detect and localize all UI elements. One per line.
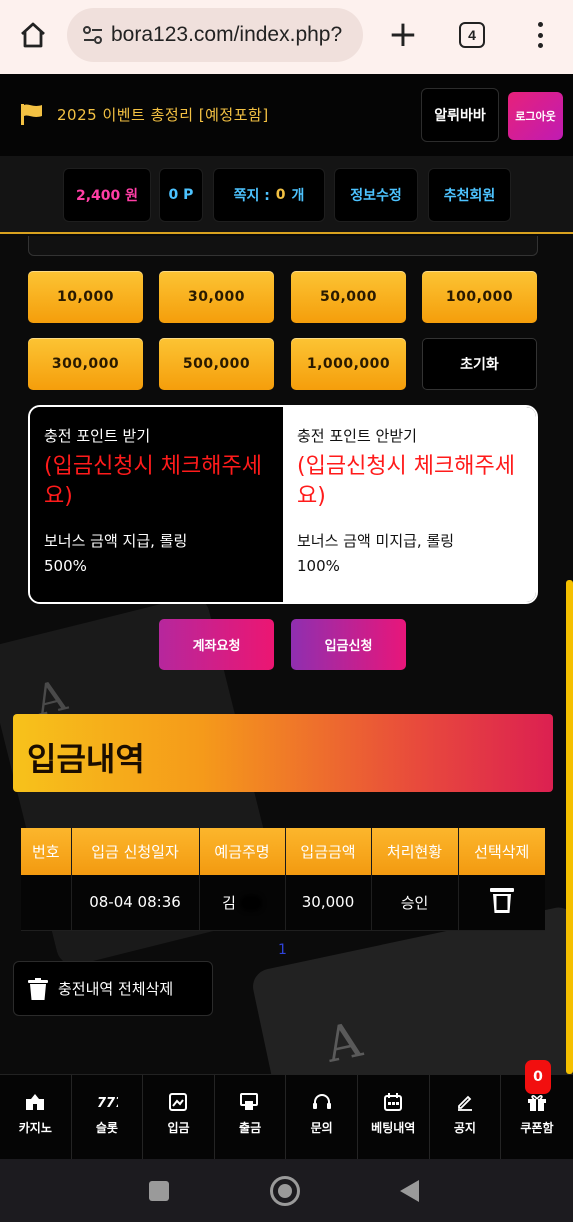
reset-amount-button[interactable]: 초기화 xyxy=(422,338,537,390)
amount-button[interactable]: 30,000 xyxy=(159,271,274,323)
message-count: 0 xyxy=(275,187,286,203)
casino-icon xyxy=(26,1094,45,1110)
back-icon[interactable] xyxy=(400,1180,419,1202)
nav-item-betting-history[interactable]: 베팅내역 xyxy=(358,1075,430,1160)
deposit-request-button[interactable]: 입금신청 xyxy=(291,619,406,670)
tab-switcher-button[interactable]: 4 xyxy=(459,22,485,48)
option-title: 충전 포인트 안받기 xyxy=(297,427,417,445)
option-warning: (입금신청시 체크해주세요) xyxy=(44,454,262,509)
nav-item-withdraw[interactable]: 출금 xyxy=(215,1075,287,1160)
event-title-link[interactable]: 2025 이벤트 총정리 [예정포함] xyxy=(57,104,269,125)
logout-button[interactable]: 로그아웃 xyxy=(508,92,563,140)
recent-apps-icon[interactable] xyxy=(149,1181,169,1201)
withdraw-icon xyxy=(240,1093,259,1110)
cell-amount: 30,000 xyxy=(285,875,372,931)
balance-chip[interactable]: 2,400 원 xyxy=(63,168,151,222)
amount-button[interactable]: 1,000,000 xyxy=(291,338,406,390)
deposit-icon xyxy=(169,1093,188,1111)
deposit-history-header: 입금내역 xyxy=(13,714,553,792)
home-icon[interactable] xyxy=(16,18,50,52)
clear-history-button[interactable]: 충전내역 전체삭제 xyxy=(13,961,213,1016)
section-title: 입금내역 xyxy=(27,740,145,778)
option-no-point[interactable]: 충전 포인트 안받기 (입금신청시 체크해주세요) 보너스 금액 미지급, 롤링… xyxy=(283,407,536,602)
more-menu-icon[interactable] xyxy=(528,20,552,50)
cell-delete xyxy=(458,875,545,931)
scrollbar[interactable] xyxy=(566,580,573,1074)
point-chip[interactable]: 0 P xyxy=(159,168,203,222)
option-description: 보너스 금액 지급, 롤링 500% xyxy=(44,532,188,576)
column-header: 처리현황 xyxy=(371,828,459,875)
option-receive-point[interactable]: 충전 포인트 받기 (입금신청시 체크해주세요) 보너스 금액 지급, 롤링 5… xyxy=(30,407,283,602)
redaction-blur xyxy=(239,895,262,912)
point-option-selector: 충전 포인트 받기 (입금신청시 체크해주세요) 보너스 금액 지급, 롤링 5… xyxy=(28,405,538,604)
flag-icon xyxy=(21,104,42,125)
column-header: 번호 xyxy=(21,828,72,875)
nav-label: 공지 xyxy=(453,1121,476,1135)
slot-icon: 777 xyxy=(97,1096,118,1111)
message-label: 쪽지 : xyxy=(233,188,270,204)
pencil-icon xyxy=(457,1095,472,1111)
nav-label: 쿠폰함 xyxy=(520,1121,554,1135)
amount-button[interactable]: 300,000 xyxy=(28,338,143,390)
table-row: 08-04 08:36 김 30,000 승인 xyxy=(21,875,545,931)
cell-depositor: 김 xyxy=(199,875,286,931)
cell-date: 08-04 08:36 xyxy=(71,875,200,931)
headset-icon xyxy=(312,1094,331,1109)
column-header: 예금주명 xyxy=(199,828,286,875)
previous-panel-edge xyxy=(28,236,538,256)
edit-profile-button[interactable]: 정보수정 xyxy=(334,168,418,222)
amount-button[interactable]: 100,000 xyxy=(422,271,537,323)
nav-label: 문의 xyxy=(310,1121,333,1135)
cell-status: 승인 xyxy=(371,875,459,931)
nav-label: 출금 xyxy=(239,1121,262,1135)
message-unit: 개 xyxy=(291,188,305,204)
address-bar[interactable]: bora123.com/index.php? xyxy=(67,8,363,62)
nav-item-slot[interactable]: 777 슬롯 xyxy=(72,1075,144,1160)
pagination-page[interactable]: 1 xyxy=(278,942,287,958)
browser-toolbar: bora123.com/index.php? + 4 xyxy=(0,0,573,74)
home-circle-icon[interactable] xyxy=(270,1176,300,1206)
trash-icon xyxy=(28,977,48,1000)
option-warning: (입금신청시 체크해주세요) xyxy=(297,454,515,509)
nav-label: 카지노 xyxy=(18,1121,52,1135)
coupon-count-badge: 0 xyxy=(525,1060,551,1094)
svg-text:777: 777 xyxy=(97,1096,118,1111)
nav-label: 입금 xyxy=(167,1121,190,1135)
column-header: 입금금액 xyxy=(285,828,372,875)
url-text: bora123.com/index.php? xyxy=(111,23,343,46)
nav-label: 슬롯 xyxy=(95,1121,118,1135)
bottom-navigation: 카지노 777 슬롯 입금 출금 문의 베팅내역 공지 쿠폰함 xyxy=(0,1074,573,1160)
nav-label: 베팅내역 xyxy=(371,1121,416,1135)
gift-icon xyxy=(527,1095,546,1111)
nav-item-deposit[interactable]: 입금 xyxy=(143,1075,215,1160)
amount-button[interactable]: 50,000 xyxy=(291,271,406,323)
username-button[interactable]: 알뤼바바 xyxy=(421,88,499,142)
deposit-history-table: 번호 입금 신청일자 예금주명 입금금액 처리현황 선택삭제 08-04 08:… xyxy=(21,828,545,931)
option-description: 보너스 금액 미지급, 롤링 100% xyxy=(297,532,455,576)
column-header: 선택삭제 xyxy=(458,828,545,875)
site-settings-icon[interactable] xyxy=(81,23,105,47)
nav-item-notice[interactable]: 공지 xyxy=(430,1075,502,1160)
new-tab-icon[interactable]: + xyxy=(386,17,420,53)
column-header: 입금 신청일자 xyxy=(71,828,200,875)
amount-button[interactable]: 500,000 xyxy=(159,338,274,390)
nav-item-inquiry[interactable]: 문의 xyxy=(286,1075,358,1160)
nav-item-casino[interactable]: 카지노 xyxy=(0,1075,72,1160)
cell-number xyxy=(21,875,72,931)
calendar-icon xyxy=(384,1093,403,1111)
clear-history-label: 충전내역 전체삭제 xyxy=(58,980,174,998)
message-chip[interactable]: 쪽지 : 0 개 xyxy=(213,168,325,222)
account-request-button[interactable]: 계좌요청 xyxy=(159,619,274,670)
trash-icon[interactable] xyxy=(489,886,515,914)
option-title: 충전 포인트 받기 xyxy=(44,427,151,445)
amount-button[interactable]: 10,000 xyxy=(28,271,143,323)
recommended-members-button[interactable]: 추천회원 xyxy=(428,168,511,222)
